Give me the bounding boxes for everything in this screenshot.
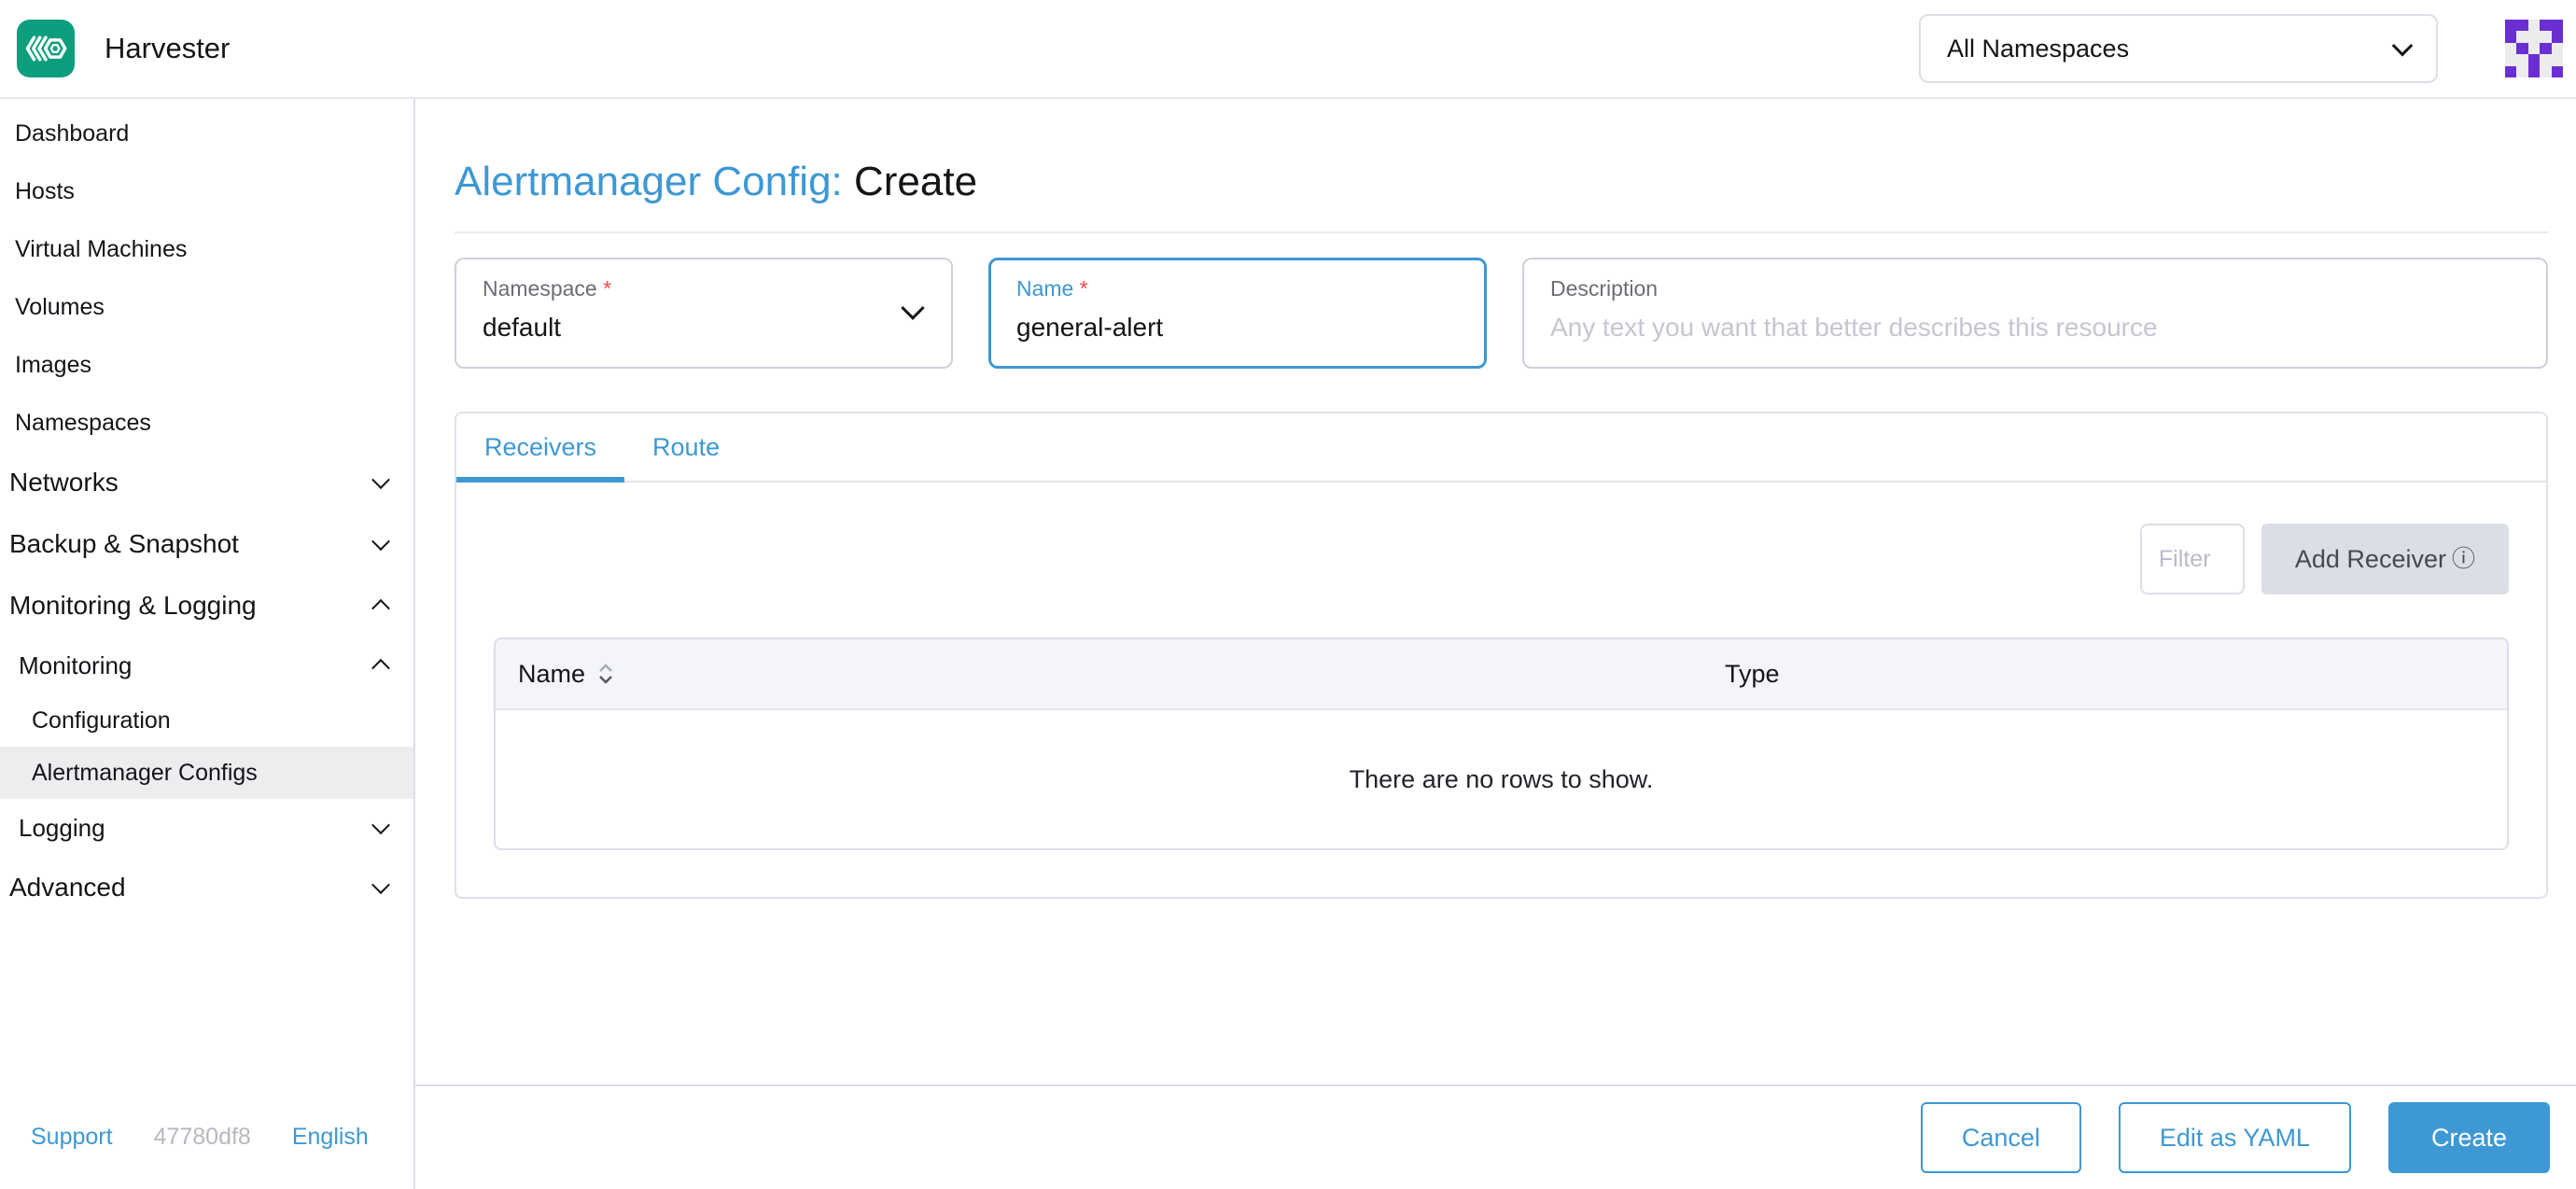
- title-divider: [455, 231, 2548, 233]
- sort-icon: [596, 661, 615, 687]
- page-title-resource: Alertmanager Config:: [455, 159, 843, 204]
- main-area: Alertmanager Config: Create Namespace * …: [415, 99, 2576, 1189]
- app-title: Harvester: [105, 32, 230, 65]
- sidebar-group-monitoring[interactable]: Monitoring: [0, 636, 413, 694]
- add-receiver-button[interactable]: Add Receiverⓘ: [2261, 524, 2509, 594]
- description-input[interactable]: [1550, 313, 2520, 343]
- support-link[interactable]: Support: [31, 1124, 113, 1151]
- sidebar-item-images[interactable]: Images: [0, 336, 413, 394]
- namespace-label: Namespace *: [483, 276, 925, 301]
- action-footer: Cancel Edit as YAML Create: [415, 1084, 2576, 1189]
- sidebar-item-dashboard[interactable]: Dashboard: [0, 105, 413, 162]
- name-input[interactable]: [1016, 313, 1459, 343]
- create-button[interactable]: Create: [2388, 1102, 2550, 1173]
- edit-as-yaml-button[interactable]: Edit as YAML: [2119, 1102, 2351, 1173]
- info-icon: ⓘ: [2452, 548, 2475, 571]
- harvester-logo[interactable]: [17, 20, 75, 77]
- harvester-logo-icon: [22, 25, 69, 72]
- page-title: Alertmanager Config: Create: [455, 159, 2548, 205]
- main-content: Alertmanager Config: Create Namespace * …: [415, 99, 2576, 1084]
- receivers-table-header: Name Type: [496, 639, 2507, 710]
- chevron-down-icon: [371, 875, 390, 894]
- chevron-up-icon: [371, 659, 390, 678]
- sidebar-group-backup-snapshot[interactable]: Backup & Snapshot: [0, 513, 413, 575]
- tab-route[interactable]: Route: [624, 413, 748, 481]
- sidebar-group-logging[interactable]: Logging: [0, 799, 413, 857]
- namespace-filter-dropdown[interactable]: All Namespaces: [1919, 14, 2438, 83]
- cancel-button[interactable]: Cancel: [1921, 1102, 2081, 1173]
- body-row: Dashboard Hosts Virtual Machines Volumes…: [0, 99, 2576, 1189]
- empty-table-message: There are no rows to show.: [496, 710, 2507, 848]
- sidebar-group-networks[interactable]: Networks: [0, 452, 413, 513]
- required-mark: *: [1080, 276, 1088, 301]
- receivers-tab-content: Add Receiverⓘ Name: [456, 483, 2546, 897]
- harvester-app: Harvester All Namespaces Dashboard Hosts…: [0, 0, 2576, 1189]
- sidebar-item-volumes[interactable]: Volumes: [0, 278, 413, 336]
- description-field: Description: [1522, 258, 2548, 369]
- required-mark: *: [603, 276, 611, 301]
- receivers-table: Name Type There are no: [494, 637, 2509, 850]
- filter-input[interactable]: [2140, 524, 2245, 594]
- name-label: Name *: [1016, 276, 1459, 301]
- tab-bar: Receivers Route: [456, 413, 2546, 483]
- name-field: Name *: [988, 258, 1487, 369]
- page-title-action: Create: [854, 159, 977, 204]
- version-label: 47780df8: [154, 1124, 251, 1151]
- sidebar: Dashboard Hosts Virtual Machines Volumes…: [0, 99, 415, 1189]
- description-label: Description: [1550, 276, 2520, 301]
- language-link[interactable]: English: [292, 1124, 369, 1151]
- user-avatar[interactable]: [2505, 20, 2563, 77]
- sidebar-item-hosts[interactable]: Hosts: [0, 162, 413, 220]
- sidebar-group-monitoring-logging[interactable]: Monitoring & Logging: [0, 575, 413, 636]
- namespace-select[interactable]: Namespace * default: [455, 258, 953, 369]
- namespace-filter-value: All Namespaces: [1947, 35, 2129, 63]
- sidebar-item-namespaces[interactable]: Namespaces: [0, 394, 413, 452]
- column-header-name[interactable]: Name: [496, 660, 1702, 689]
- chevron-up-icon: [371, 599, 390, 618]
- sidebar-item-configuration[interactable]: Configuration: [0, 694, 413, 747]
- chevron-down-icon: [371, 470, 390, 489]
- form-row: Namespace * default Name * Description: [455, 258, 2548, 369]
- app-header: Harvester All Namespaces: [0, 0, 2576, 99]
- chevron-down-icon: [2392, 35, 2414, 57]
- sidebar-item-alertmanager-configs[interactable]: Alertmanager Configs: [0, 747, 413, 799]
- chevron-down-icon: [371, 532, 390, 551]
- namespace-value: default: [483, 313, 925, 343]
- receivers-toolbar: Add Receiverⓘ: [494, 524, 2509, 594]
- receivers-panel: Receivers Route Add Receiverⓘ: [455, 412, 2548, 899]
- sidebar-group-advanced[interactable]: Advanced: [0, 857, 413, 918]
- tab-receivers[interactable]: Receivers: [456, 413, 624, 481]
- sidebar-item-virtual-machines[interactable]: Virtual Machines: [0, 220, 413, 278]
- sidebar-footer: Support 47780df8 English: [0, 1084, 413, 1189]
- column-header-type: Type: [1702, 660, 2507, 689]
- chevron-down-icon: [371, 816, 390, 834]
